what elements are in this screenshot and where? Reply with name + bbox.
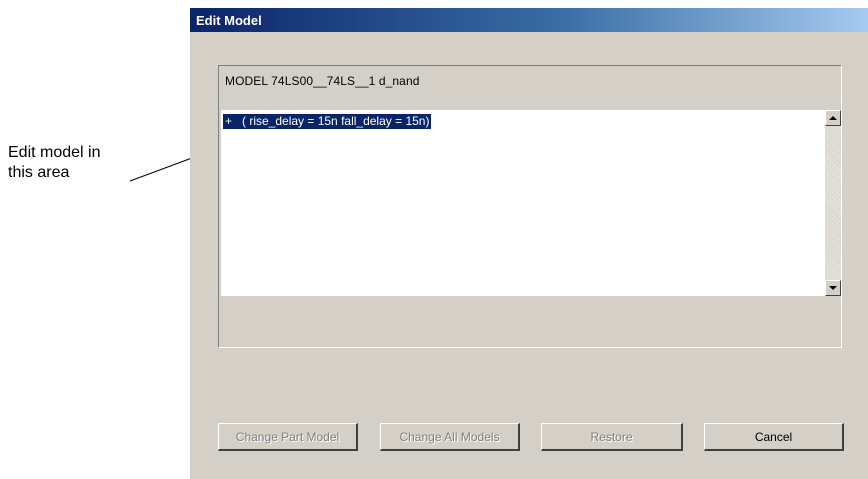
scroll-up-button[interactable]	[825, 110, 841, 126]
editor-vertical-scrollbar[interactable]	[825, 110, 841, 296]
scroll-down-arrow-icon	[829, 286, 837, 290]
screenshot-canvas: Edit model in this area Edit Model MODEL…	[0, 0, 868, 479]
title-bar[interactable]: Edit Model	[190, 8, 868, 32]
dialog-title: Edit Model	[196, 12, 262, 28]
scroll-down-button[interactable]	[825, 280, 841, 296]
annotation-callout: Edit model in this area	[8, 143, 158, 183]
annotation-line-2: this area	[8, 164, 70, 181]
edit-panel: MODEL 74LS00__74LS__1 d_nand + ( rise_de…	[218, 65, 842, 348]
restore-button[interactable]: Restore	[541, 423, 683, 451]
edit-model-dialog: Edit Model MODEL 74LS00__74LS__1 d_nand …	[190, 8, 868, 479]
change-part-model-button[interactable]: Change Part Model	[218, 423, 358, 451]
change-all-models-button[interactable]: Change All Models	[380, 423, 520, 451]
editor-selected-text[interactable]: + ( rise_delay = 15n fall_delay = 15n)	[223, 114, 432, 129]
annotation-line-1: Edit model in	[8, 144, 101, 161]
scroll-up-arrow-icon	[829, 116, 837, 120]
cancel-button[interactable]: Cancel	[704, 423, 844, 451]
model-text-editor[interactable]: + ( rise_delay = 15n fall_delay = 15n)	[221, 110, 825, 296]
model-header-label: MODEL 74LS00__74LS__1 d_nand	[225, 74, 420, 88]
